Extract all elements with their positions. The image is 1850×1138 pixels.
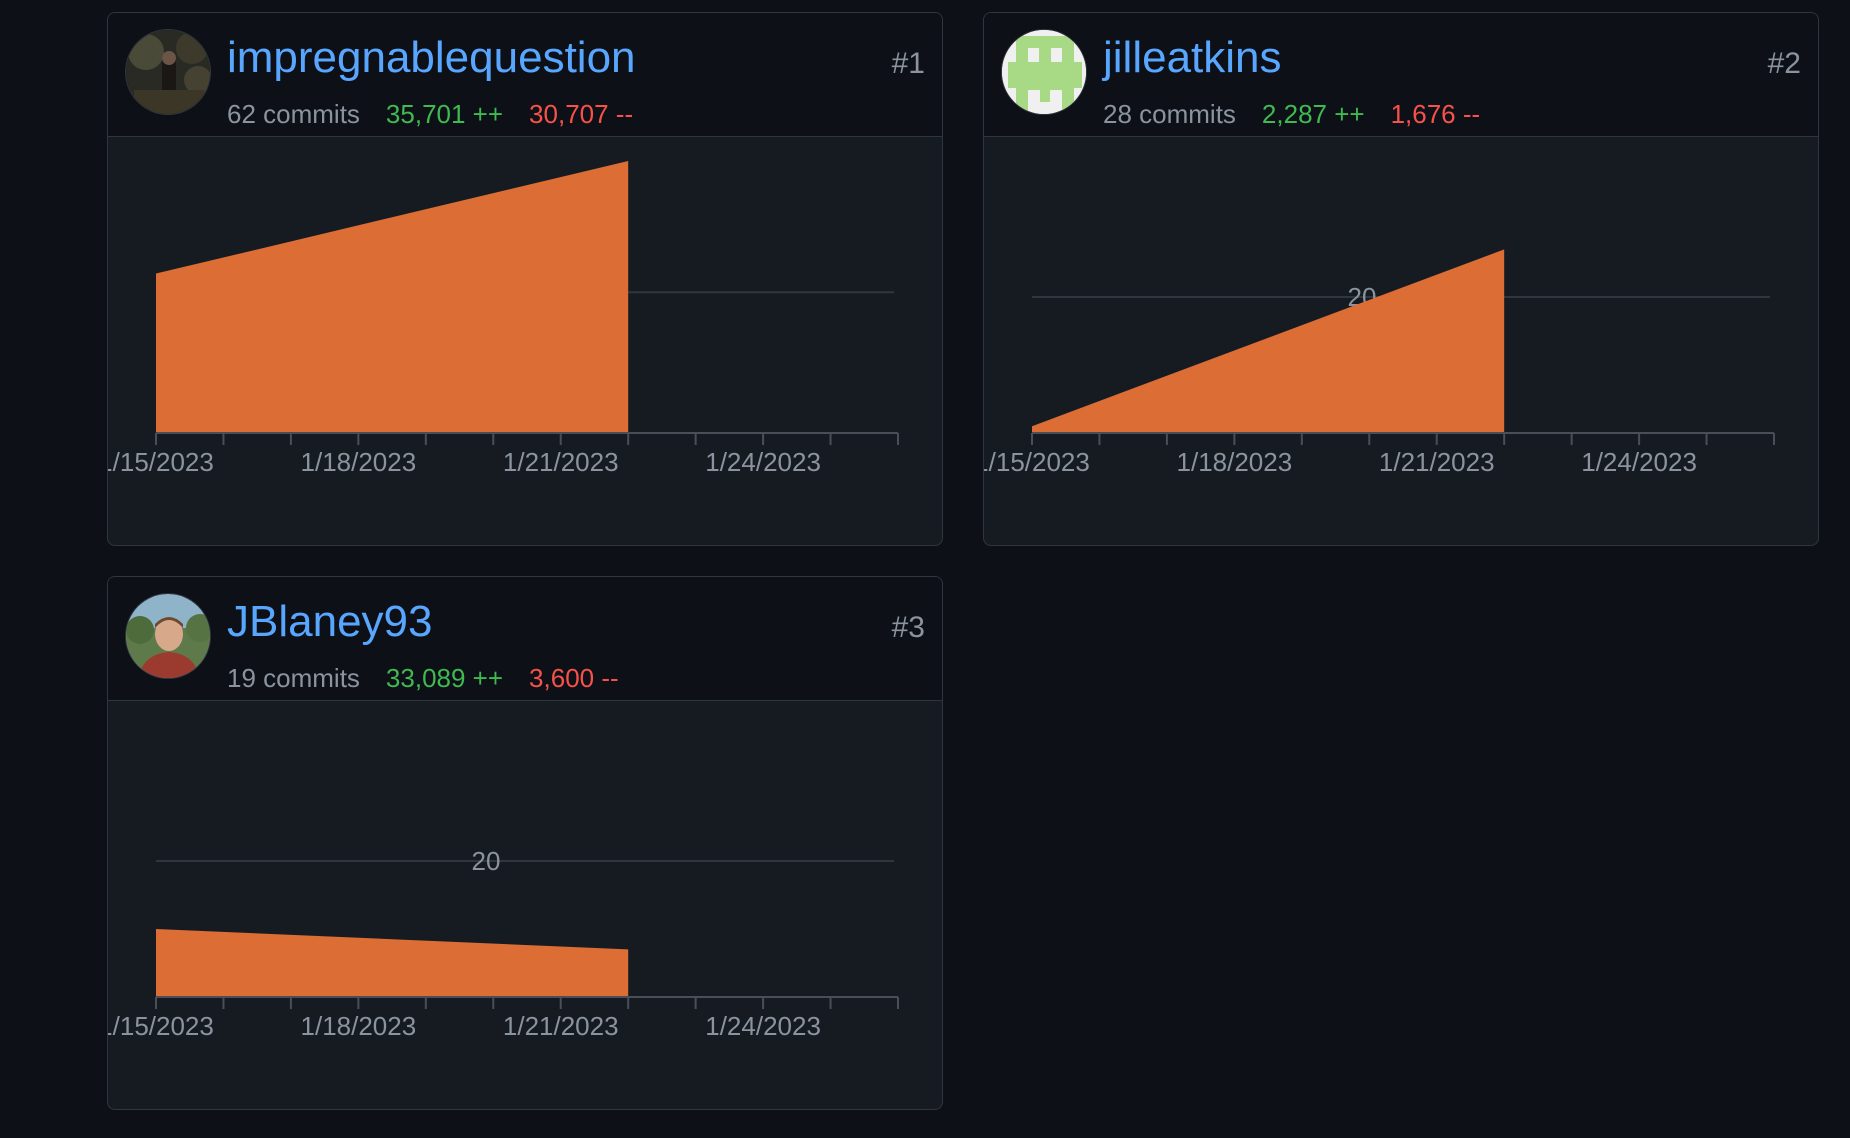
avatar[interactable]: [125, 29, 211, 115]
contributor-stats: 28 commits 2,287 ++ 1,676 --: [1103, 99, 1480, 129]
avatar[interactable]: [1001, 29, 1087, 115]
contribution-area: [1032, 249, 1505, 433]
rank-badge: #1: [891, 47, 925, 80]
x-tick-label: 1/24/2023: [1581, 447, 1697, 477]
deletions-count: 30,707 --: [529, 99, 634, 129]
contributor-username-link[interactable]: JBlaney93: [227, 597, 432, 647]
x-tick-label: 1/15/2023: [108, 447, 214, 477]
contribution-area: [156, 161, 629, 433]
contributor-username-link[interactable]: impregnablequestion: [227, 33, 636, 83]
identicon-icon: [1002, 30, 1086, 114]
x-tick-label: 1/24/2023: [705, 1011, 821, 1041]
x-tick-label: 1/21/2023: [503, 1011, 619, 1041]
x-tick-label: 1/18/2023: [301, 447, 417, 477]
commit-count[interactable]: 28 commits: [1103, 99, 1236, 129]
contributor-header: JBlaney93 19 commits 33,089 ++ 3,600 -- #3: [108, 577, 942, 701]
x-tick-label: 1/21/2023: [503, 447, 619, 477]
deletions-count: 1,676 --: [1390, 99, 1481, 129]
x-tick-label: 1/18/2023: [1177, 447, 1293, 477]
commit-count[interactable]: 62 commits: [227, 99, 360, 129]
x-tick-label: 1/15/2023: [984, 447, 1090, 477]
contributor-header: jilleatkins 28 commits 2,287 ++ 1,676 -- #…: [984, 13, 1818, 137]
contribution-area: [156, 929, 629, 997]
rank-badge: #3: [891, 611, 925, 644]
contribution-chart: 20 1/15/2023 1/18/2023 1/21/2023 1/24/2023: [108, 846, 899, 1041]
avatar-photo-icon: [126, 30, 210, 114]
contributor-card: impregnablequestion 62 commits 35,701 ++ 3…: [107, 12, 943, 546]
commit-count[interactable]: 19 commits: [227, 663, 360, 693]
contributor-card: jilleatkins 28 commits 2,287 ++ 1,676 -- #…: [983, 12, 1819, 546]
additions-count: 33,089 ++: [385, 663, 504, 693]
rank-badge: #2: [1767, 47, 1801, 80]
x-tick-label: 1/18/2023: [301, 1011, 417, 1041]
contributor-stats: 19 commits 33,089 ++ 3,600 --: [227, 663, 619, 693]
contributor-card: JBlaney93 19 commits 33,089 ++ 3,600 -- #3…: [107, 576, 943, 1110]
contributor-username-link[interactable]: jilleatkins: [1103, 33, 1282, 83]
x-tick-label: 1/21/2023: [1379, 447, 1495, 477]
contributor-stats: 62 commits 35,701 ++ 30,707 --: [227, 99, 633, 129]
gridline-label: 20: [472, 846, 501, 876]
additions-count: 2,287 ++: [1261, 99, 1365, 129]
avatar[interactable]: [125, 593, 211, 679]
contribution-chart: 1/15/2023 1/18/2023 1/21/2023 1/24/2023: [108, 161, 899, 477]
deletions-count: 3,600 --: [529, 663, 619, 693]
x-tick-label: 1/15/2023: [108, 1011, 214, 1041]
avatar-photo-icon: [126, 594, 210, 678]
contributor-header: impregnablequestion 62 commits 35,701 ++ 3…: [108, 13, 942, 137]
additions-count: 35,701 ++: [385, 99, 504, 129]
contribution-chart: 201/15/2023 1/18/2023 1/21/2023 1/24/2023: [984, 249, 1775, 477]
x-tick-label: 1/24/2023: [705, 447, 821, 477]
